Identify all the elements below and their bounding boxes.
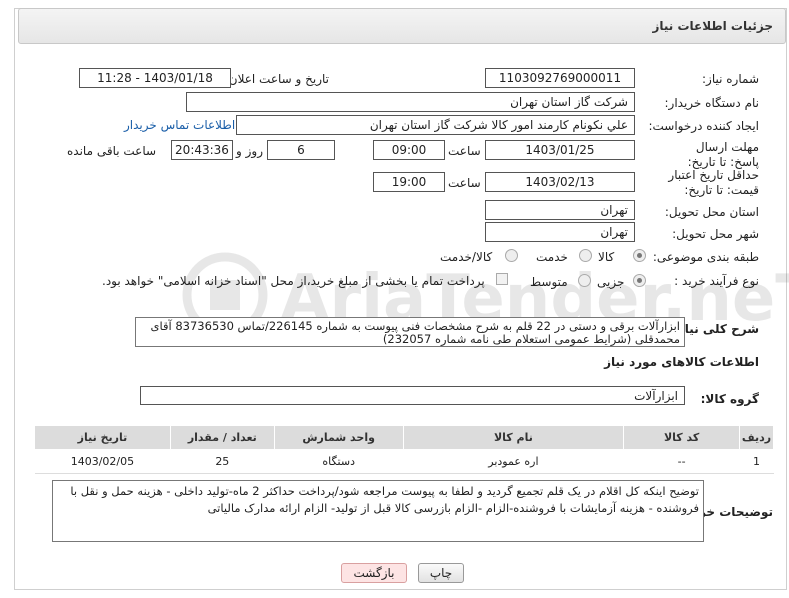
col-unit: واحد شمارش xyxy=(273,425,404,450)
description-field: ابزارآلات برقی و دستی در 22 قلم به شرح م… xyxy=(135,317,685,347)
deadline-time-label: ساعت xyxy=(448,144,481,158)
treasury-payment-note: پرداخت تمام یا بخشی از مبلغ خرید،از محل … xyxy=(102,274,485,288)
purchase-option-medium: متوسط xyxy=(530,275,568,289)
city-label: شهر محل تحویل: xyxy=(672,227,759,241)
panel-header: جزئیات اطلاعات نیاز xyxy=(18,8,786,44)
buyer-description-field: توضیح اینکه کل اقلام در یک قلم تجمیع گرد… xyxy=(52,480,704,542)
deadline-time-field: 09:00 xyxy=(373,140,445,160)
purchase-radio-minor[interactable] xyxy=(633,274,646,287)
back-button[interactable]: بازگشت xyxy=(341,563,407,583)
announce-field: 1403/01/18 - 11:28 xyxy=(79,68,231,88)
purchase-type-label: نوع فرآیند خرید : xyxy=(674,274,759,288)
goods-info-title: اطلاعات کالاهای مورد نیاز xyxy=(604,355,759,369)
purchase-radio-medium[interactable] xyxy=(578,274,591,287)
days-label: روز و xyxy=(236,144,263,158)
cell-name: اره عمودبر xyxy=(403,449,624,474)
goods-group-field: ابزارآلات xyxy=(140,386,685,405)
category-option-goods: کالا xyxy=(598,250,615,264)
deadline-date-field: 1403/01/25 xyxy=(485,140,635,160)
province-label: استان محل تحویل: xyxy=(664,205,759,219)
remaining-field: 20:43:36 xyxy=(171,140,233,160)
remaining-label: ساعت باقی مانده xyxy=(67,144,157,158)
creator-field: علي نكونام كارمند امور كالا شركت گاز است… xyxy=(236,115,635,135)
buyer-field: شرکت گاز استان تهران xyxy=(186,92,635,112)
creator-label: ایجاد کننده درخواست: xyxy=(648,119,759,133)
deadline-label: مهلت ارسال پاسخ: تا تاریخ: xyxy=(687,140,759,169)
print-button[interactable]: چاپ xyxy=(418,563,464,583)
cell-unit: دستگاه xyxy=(274,449,404,474)
treasury-payment-checkbox[interactable] xyxy=(496,273,508,285)
purchase-option-minor: جزیی xyxy=(597,275,625,289)
need-number-field: 1103092769000011 xyxy=(485,68,635,88)
category-radio-service[interactable] xyxy=(579,249,592,262)
validity-time-label: ساعت xyxy=(448,176,481,190)
need-number-label: شماره نیاز: xyxy=(702,72,759,86)
cell-quantity: 25 xyxy=(170,449,275,474)
validity-time-field: 19:00 xyxy=(373,172,445,192)
table-row: 1 -- اره عمودبر دستگاه 25 1403/02/05 xyxy=(34,449,774,474)
province-field: تهران xyxy=(485,200,635,220)
cell-code: -- xyxy=(623,449,740,474)
description-label: شرح کلی نیاز: xyxy=(673,322,759,336)
city-field: تهران xyxy=(485,222,635,242)
col-quantity: تعداد / مقدار xyxy=(169,425,275,450)
col-need-date: تاریخ نیاز xyxy=(34,425,171,450)
col-code: کد کالا xyxy=(623,425,741,450)
col-name: نام کالا xyxy=(402,425,625,450)
col-row: ردیف xyxy=(739,425,774,450)
buyer-contact-link[interactable]: اطلاعات تماس خریدار xyxy=(124,118,235,132)
days-field: 6 xyxy=(267,140,335,160)
goods-group-label: گروه کالا: xyxy=(700,392,759,406)
category-radio-goods-service[interactable] xyxy=(505,249,518,262)
category-radio-goods[interactable] xyxy=(633,249,646,262)
panel-title: جزئیات اطلاعات نیاز xyxy=(652,19,773,33)
cell-row: 1 xyxy=(739,449,774,474)
cell-need-date: 1403/02/05 xyxy=(34,449,171,474)
validity-date-field: 1403/02/13 xyxy=(485,172,635,192)
buyer-label: نام دستگاه خریدار: xyxy=(664,96,760,110)
table-header-row: ردیف کد کالا نام کالا واحد شمارش تعداد /… xyxy=(34,425,774,450)
category-option-service: خدمت xyxy=(536,250,568,264)
items-table: ردیف کد کالا نام کالا واحد شمارش تعداد /… xyxy=(34,425,774,474)
category-label: طبقه بندی موضوعی: xyxy=(652,250,759,264)
validity-label: حداقل تاریخ اعتبار قیمت: تا تاریخ: xyxy=(668,168,759,197)
category-option-goods-service: کالا/خدمت xyxy=(440,250,493,264)
